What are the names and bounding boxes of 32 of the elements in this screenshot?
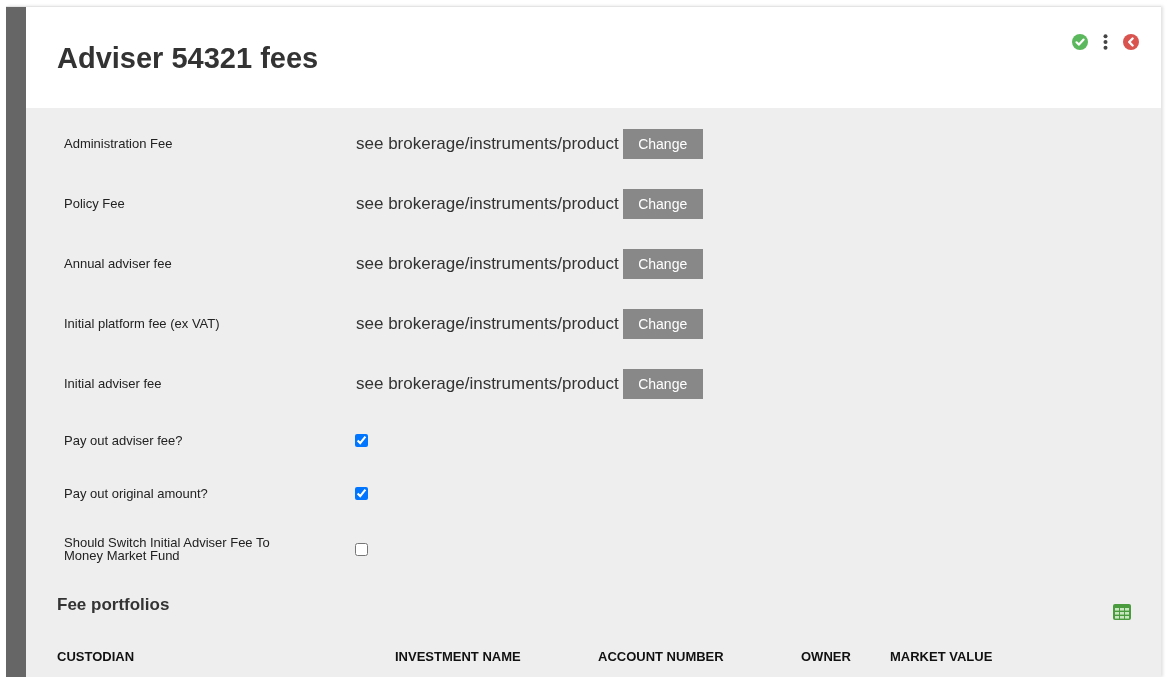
checkbox[interactable] bbox=[355, 434, 368, 447]
field-value: see brokerage/instruments/product bbox=[356, 313, 619, 336]
change-button[interactable]: Change bbox=[622, 369, 703, 399]
field-label: Pay out original amount? bbox=[64, 487, 209, 500]
change-button[interactable]: Change bbox=[622, 189, 703, 219]
column-header: ACCOUNT NUMBER bbox=[598, 649, 724, 664]
change-button[interactable]: Change bbox=[622, 309, 703, 339]
field-value: see brokerage/instruments/product bbox=[356, 373, 619, 396]
field-label: Pay out adviser fee? bbox=[64, 434, 184, 447]
field-label: Initial adviser fee bbox=[64, 375, 163, 394]
more-options-icon[interactable] bbox=[1103, 34, 1108, 50]
checkbox[interactable] bbox=[355, 487, 368, 500]
field-value: see brokerage/instruments/product bbox=[356, 193, 619, 216]
column-header: MARKET VALUE bbox=[890, 649, 993, 664]
field-value: see brokerage/instruments/product bbox=[356, 133, 619, 156]
back-circle-icon[interactable] bbox=[1123, 34, 1139, 50]
section-heading: Fee portfolios bbox=[57, 595, 170, 615]
check-circle-icon[interactable] bbox=[1072, 34, 1088, 50]
spreadsheet-icon[interactable] bbox=[1113, 604, 1131, 620]
field-label: Annual adviser fee bbox=[64, 255, 173, 274]
column-header: CUSTODIAN bbox=[57, 649, 135, 664]
field-label: Administration Fee bbox=[64, 135, 174, 154]
column-header: INVESTMENT NAME bbox=[395, 649, 521, 664]
change-button[interactable]: Change bbox=[622, 129, 703, 159]
field-label: Should Switch Initial Adviser Fee To Money Market Fund bbox=[64, 536, 271, 562]
column-header: OWNER bbox=[801, 649, 851, 664]
page-title: Adviser 54321 fees bbox=[57, 40, 319, 76]
checkbox[interactable] bbox=[355, 542, 368, 556]
field-label: Initial platform fee (ex VAT) bbox=[64, 315, 221, 334]
field-label: Policy Fee bbox=[64, 195, 126, 214]
change-button[interactable]: Change bbox=[622, 249, 703, 279]
field-value: see brokerage/instruments/product bbox=[356, 253, 619, 276]
